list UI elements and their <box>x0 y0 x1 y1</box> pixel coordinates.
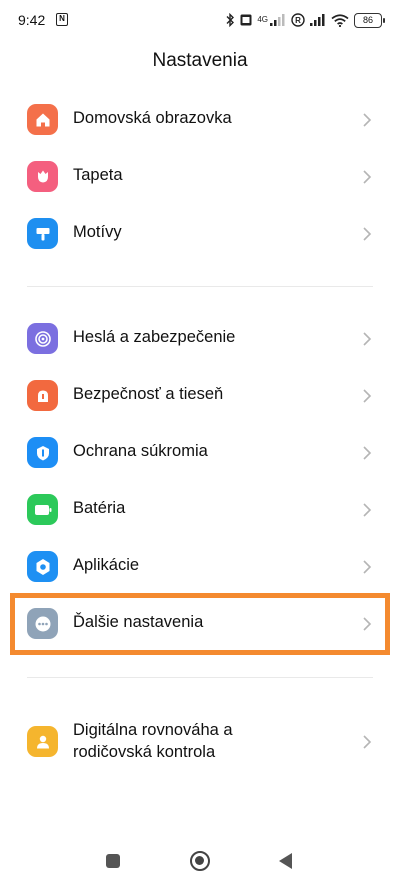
settings-item-digital-wellbeing[interactable]: Digitálna rovnováha a rodičovská kontrol… <box>0 712 400 772</box>
navigation-bar <box>0 839 400 889</box>
chevron-right-icon <box>363 446 372 460</box>
chevron-right-icon <box>363 503 372 517</box>
chevron-right-icon <box>363 560 372 574</box>
home-button[interactable] <box>190 851 210 871</box>
settings-item-themes[interactable]: Motívy <box>0 206 400 262</box>
recent-apps-button[interactable] <box>106 854 120 868</box>
settings-item-label: Batéria <box>73 499 126 517</box>
status-time: 9:42 <box>18 12 46 28</box>
back-button[interactable] <box>279 853 292 869</box>
settings-item-label: Tapeta <box>73 166 123 184</box>
person-icon <box>27 726 58 757</box>
highlight-box <box>10 593 390 655</box>
nfc-icon: N <box>56 13 68 26</box>
signal-1-icon <box>270 14 285 26</box>
settings-item-label: Heslá a zabezpečenie <box>73 328 236 346</box>
chevron-right-icon <box>363 113 372 127</box>
fingerprint-icon <box>27 323 58 354</box>
settings-item-label: Domovská obrazovka <box>73 109 232 127</box>
roaming-icon: R <box>291 13 305 27</box>
section-divider <box>27 677 373 678</box>
settings-item-home-screen[interactable]: Domovská obrazovka <box>0 92 400 148</box>
home-icon <box>27 104 58 135</box>
settings-item-label-line1: Digitálna rovnováha a <box>73 721 233 739</box>
chevron-right-icon <box>363 227 372 241</box>
signal-2-icon <box>310 14 325 26</box>
settings-item-passwords-security[interactable]: Heslá a zabezpečenie <box>0 311 400 367</box>
settings-item-privacy[interactable]: Ochrana súkromia <box>0 425 400 481</box>
chevron-right-icon <box>363 332 372 346</box>
status-bar: 9:42 N 4G R 86 <box>0 0 400 40</box>
page-title: Nastavenia <box>152 50 248 71</box>
settings-item-label: Ochrana súkromia <box>73 442 208 460</box>
chevron-right-icon <box>363 170 372 184</box>
volte-icon <box>240 14 252 26</box>
settings-item-apps[interactable]: Aplikácie <box>0 539 400 595</box>
settings-item-label: Motívy <box>73 223 122 241</box>
settings-item-label: Bezpečnosť a tieseň <box>73 385 224 403</box>
settings-item-label: Aplikácie <box>73 556 140 574</box>
settings-item-label-line2: rodičovská kontrola <box>73 743 216 761</box>
emergency-icon <box>27 380 58 411</box>
settings-item-wallpaper[interactable]: Tapeta <box>0 149 400 205</box>
settings-item-safety-emergency[interactable]: Bezpečnosť a tieseň <box>0 368 400 424</box>
bluetooth-icon <box>226 13 235 27</box>
status-icons: 4G R 86 <box>225 11 385 29</box>
settings-item-battery[interactable]: Batéria <box>0 482 400 538</box>
gear-icon <box>27 551 58 582</box>
network-type-label: 4G <box>257 15 268 24</box>
tulip-icon <box>27 161 58 192</box>
chevron-right-icon <box>363 389 372 403</box>
chevron-right-icon <box>363 735 372 749</box>
paint-roller-icon <box>27 218 58 249</box>
wifi-icon <box>331 13 349 27</box>
battery-indicator: 86 <box>354 12 385 28</box>
battery-icon <box>27 494 58 525</box>
section-divider <box>27 286 373 287</box>
privacy-shield-icon <box>27 437 58 468</box>
svg-text:R: R <box>295 16 301 25</box>
